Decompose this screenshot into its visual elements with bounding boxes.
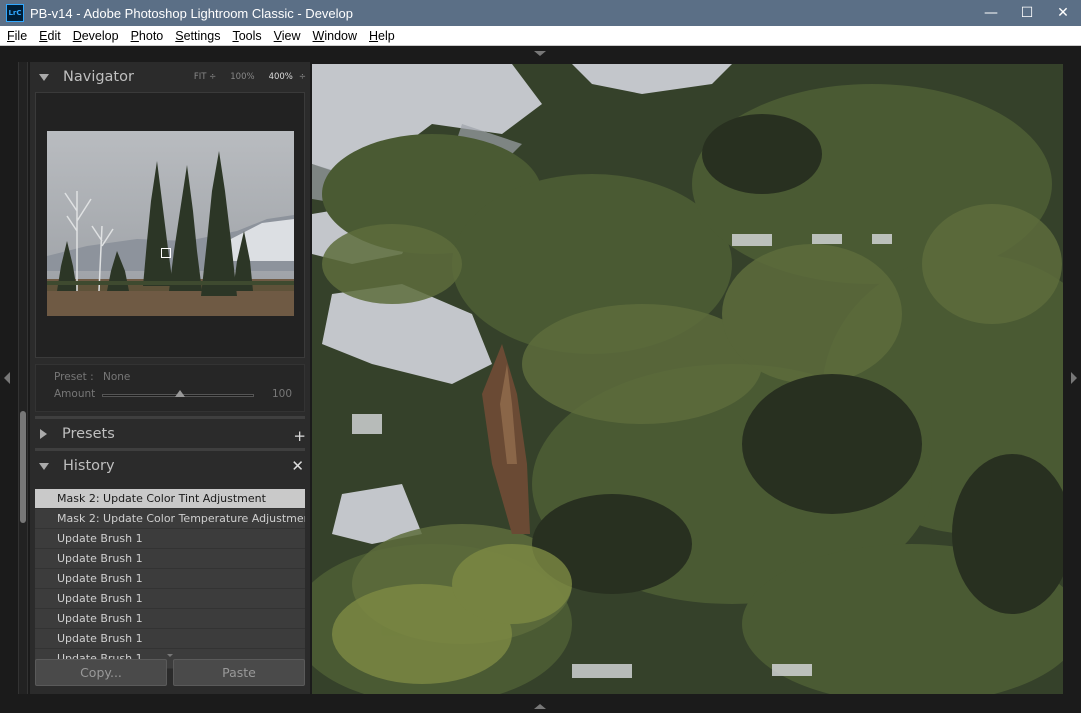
history-item[interactable]: Update Brush 1 xyxy=(35,549,305,569)
left-panel-scroll-thumb[interactable] xyxy=(20,411,26,523)
preset-amount-box: Preset : None Amount 100 xyxy=(35,364,305,412)
menu-view[interactable]: View xyxy=(268,29,307,43)
develop-workspace: Navigator FIT ÷ 100% 400% ÷ Preset: Non… xyxy=(0,46,1081,713)
left-panel-toggle-icon[interactable] xyxy=(4,372,10,384)
history-item[interactable]: Update Brush 1 xyxy=(35,589,305,609)
close-button[interactable]: ✕ xyxy=(1045,0,1081,26)
presets-header[interactable]: Presets + xyxy=(30,419,310,449)
history-item[interactable]: Mask 2: Update Color Temperature Adjustm… xyxy=(35,509,305,529)
filmstrip-toggle-icon[interactable] xyxy=(534,704,546,709)
navigator-header[interactable]: Navigator FIT ÷ 100% 400% ÷ xyxy=(30,62,310,92)
copy-paste-row: Copy... Paste xyxy=(35,659,305,686)
navigator-zoom-options: FIT ÷ 100% 400% ÷ xyxy=(180,62,306,92)
panel-end-icon xyxy=(167,654,173,657)
expand-triangle-icon[interactable] xyxy=(40,429,47,439)
menu-window[interactable]: Window xyxy=(307,29,363,43)
amount-slider-knob[interactable] xyxy=(175,390,185,397)
history-list: Mask 2: Update Color Tint Adjustment Mas… xyxy=(35,489,305,669)
history-item[interactable]: Update Brush 1 xyxy=(35,529,305,549)
left-panel: Navigator FIT ÷ 100% 400% ÷ Preset: Non… xyxy=(30,62,310,694)
amount-label: Amount xyxy=(54,388,96,400)
menu-edit[interactable]: Edit xyxy=(33,29,67,43)
menu-settings[interactable]: Settings xyxy=(169,29,226,43)
history-item[interactable]: Update Brush 1 xyxy=(35,569,305,589)
main-photo-view[interactable] xyxy=(312,64,1063,694)
title-bar: LrC PB-v14 - Adobe Photoshop Lightroom C… xyxy=(0,0,1081,26)
left-panel-scrollbar[interactable] xyxy=(18,62,28,694)
history-item[interactable]: Update Brush 1 xyxy=(35,609,305,629)
zoom-dropdown-icon[interactable]: ÷ xyxy=(299,72,306,82)
minimize-button[interactable]: — xyxy=(973,0,1009,26)
zoom-fit-option[interactable]: FIT ÷ xyxy=(194,72,216,82)
menu-bar: File Edit Develop Photo Settings Tools V… xyxy=(0,26,1081,46)
right-panel-toggle-icon[interactable] xyxy=(1071,372,1077,384)
menu-file[interactable]: File xyxy=(0,29,33,43)
copy-button[interactable]: Copy... xyxy=(35,659,167,686)
history-item[interactable]: Mask 2: Update Color Tint Adjustment xyxy=(35,489,305,509)
top-panel-toggle-icon[interactable] xyxy=(534,51,546,56)
add-preset-icon[interactable]: + xyxy=(293,427,306,445)
zoom-400-option[interactable]: 400% xyxy=(269,72,293,82)
zoom-100-option[interactable]: 100% xyxy=(230,72,254,82)
menu-help[interactable]: Help xyxy=(363,29,401,43)
menu-develop[interactable]: Develop xyxy=(67,29,125,43)
window-controls: — ☐ ✕ xyxy=(973,0,1081,26)
amount-value: 100 xyxy=(271,388,292,400)
menu-tools[interactable]: Tools xyxy=(226,29,267,43)
history-item[interactable]: Update Brush 1 xyxy=(35,629,305,649)
window-title: PB-v14 - Adobe Photoshop Lightroom Class… xyxy=(30,5,354,21)
collapse-triangle-icon[interactable] xyxy=(39,73,49,81)
collapse-triangle-icon[interactable] xyxy=(39,462,49,470)
preset-label: Preset : xyxy=(54,371,94,383)
history-title: History xyxy=(63,458,115,474)
history-header[interactable]: History ✕ xyxy=(30,451,310,481)
presets-title: Presets xyxy=(62,426,115,442)
menu-photo[interactable]: Photo xyxy=(125,29,170,43)
navigator-preview-box xyxy=(35,92,305,358)
paste-button[interactable]: Paste xyxy=(173,659,305,686)
lightroom-app-icon: LrC xyxy=(6,4,24,22)
navigator-title: Navigator xyxy=(63,69,134,85)
maximize-button[interactable]: ☐ xyxy=(1009,0,1045,26)
preset-row: Preset : None xyxy=(54,371,130,383)
clear-history-icon[interactable]: ✕ xyxy=(291,457,304,475)
navigator-zoom-marker[interactable] xyxy=(161,248,171,258)
preset-value: None xyxy=(102,371,131,383)
navigator-thumbnail[interactable] xyxy=(47,131,294,316)
